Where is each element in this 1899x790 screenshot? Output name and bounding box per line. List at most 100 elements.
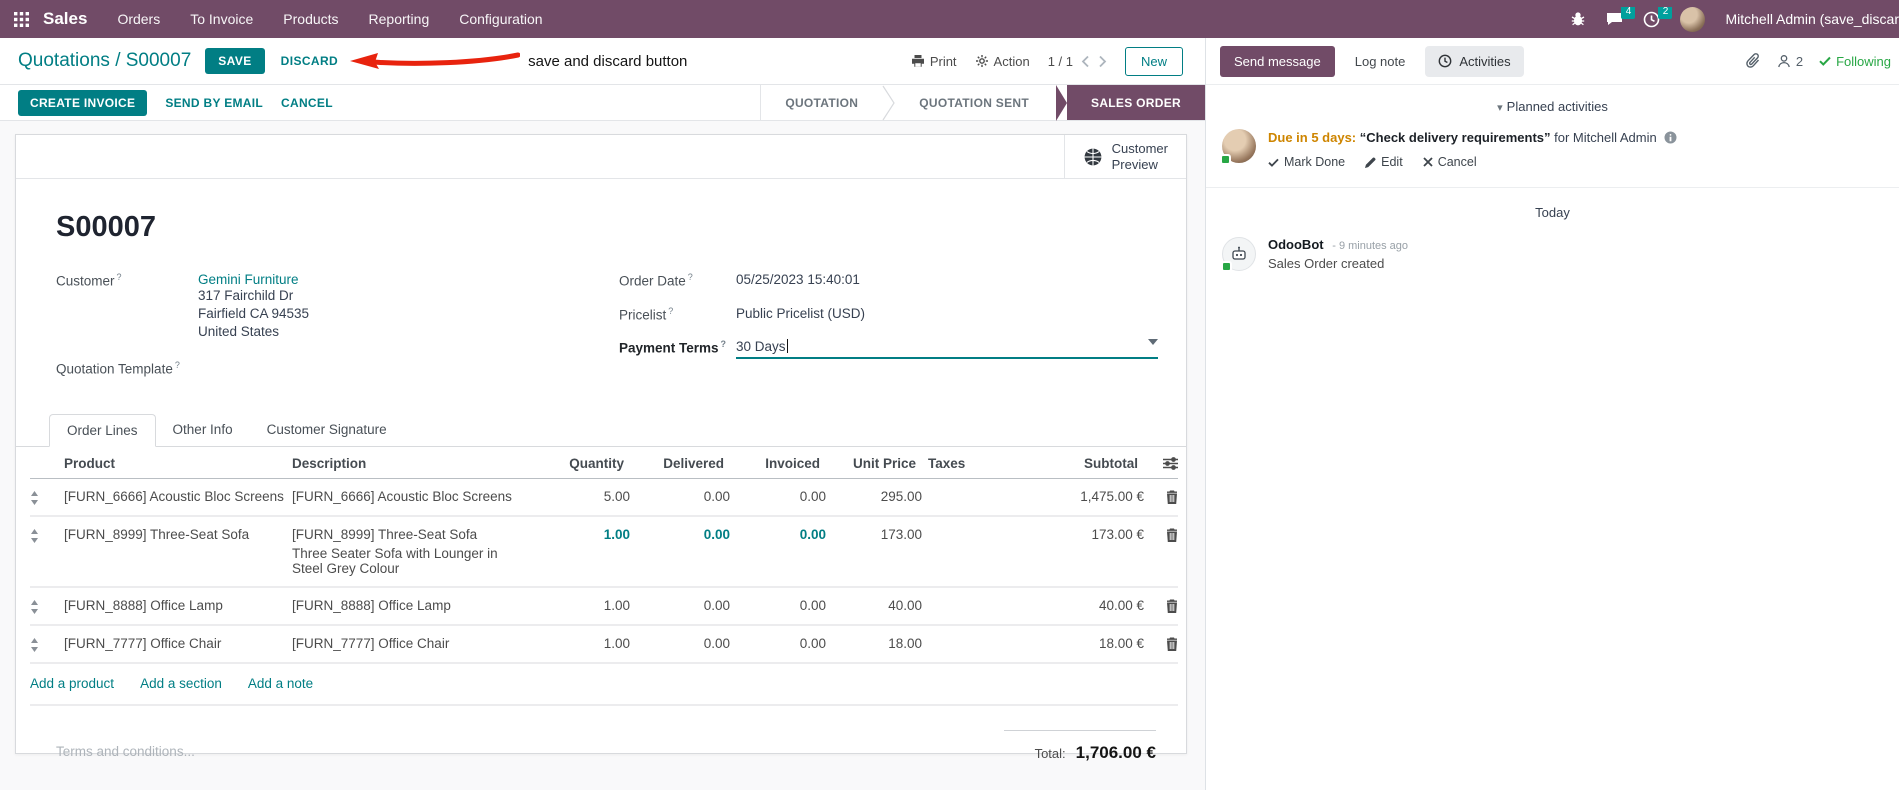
cell-invoiced[interactable]: 0.00 [730,598,826,613]
cell-description[interactable]: [FURN_6666] Acoustic Bloc Screens [292,489,538,504]
header-product[interactable]: Product [64,456,292,471]
menu-orders[interactable]: Orders [117,11,160,27]
odoobot-avatar[interactable] [1221,237,1256,272]
activities-clock-icon[interactable]: 2 [1643,6,1673,28]
drag-handle-icon[interactable] [30,636,64,652]
message-author[interactable]: OdooBot [1268,237,1324,252]
cell-product[interactable]: [FURN_6666] Acoustic Bloc Screens [64,489,292,504]
edit-activity-button[interactable]: Edit [1365,153,1403,171]
order-reference[interactable]: S00007 [56,211,1158,244]
apps-grid-icon[interactable] [14,11,29,27]
customer-link[interactable]: Gemini Furniture [198,272,299,287]
order-date-field[interactable]: Order Date? 05/25/2023 15:40:01 [619,272,1158,289]
cell-unit-price[interactable]: 40.00 [826,598,922,613]
pricelist-field[interactable]: Pricelist? Public Pricelist (USD) [619,306,1158,323]
delete-line-icon[interactable] [1144,527,1178,542]
cell-delivered[interactable]: 0.00 [630,489,730,504]
new-button[interactable]: New [1124,46,1183,76]
tab-customer-signature[interactable]: Customer Signature [250,414,404,446]
log-note-button[interactable]: Log note [1345,46,1416,77]
order-line-row[interactable]: [FURN_7777] Office Chair [FURN_7777] Off… [30,626,1178,664]
cell-quantity[interactable]: 1.00 [538,598,630,613]
header-description[interactable]: Description [292,456,532,471]
create-invoice-button[interactable]: CREATE INVOICE [18,89,148,116]
order-date-value[interactable]: 05/25/2023 15:40:01 [736,272,860,289]
cell-unit-price[interactable]: 295.00 [826,489,922,504]
header-unit-price[interactable]: Unit Price [820,456,916,471]
cell-delivered[interactable]: 0.00 [630,598,730,613]
send-message-button[interactable]: Send message [1220,45,1335,77]
cell-delivered[interactable]: 0.00 [630,636,730,651]
delete-line-icon[interactable] [1144,636,1178,651]
activities-button[interactable]: Activities [1425,45,1524,77]
send-by-email-button[interactable]: SEND BY EMAIL [165,96,263,110]
cell-quantity[interactable]: 1.00 [538,636,630,651]
cell-invoiced[interactable]: 0.00 [730,489,826,504]
menu-products[interactable]: Products [283,11,338,27]
drag-handle-icon[interactable] [30,598,64,614]
breadcrumb-quotations[interactable]: Quotations [18,50,110,71]
cell-quantity[interactable]: 1.00 [538,527,630,542]
order-line-row[interactable]: [FURN_8888] Office Lamp [FURN_8888] Offi… [30,588,1178,626]
user-menu[interactable]: Mitchell Admin (save_discar [1725,11,1899,27]
cell-invoiced[interactable]: 0.00 [730,527,826,542]
add-product-link[interactable]: Add a product [30,676,114,691]
header-taxes[interactable]: Taxes [916,456,1002,471]
customer-preview-button[interactable]: Customer Preview [1063,135,1186,178]
drag-handle-icon[interactable] [30,527,64,543]
stage-quotation[interactable]: QUOTATION [761,85,882,120]
terms-placeholder[interactable]: Terms and conditions... [56,730,195,763]
messages-icon[interactable]: 4 [1606,6,1636,27]
tab-other-info[interactable]: Other Info [156,414,250,446]
quotation-template-field[interactable]: Quotation Template? [56,360,619,377]
header-subtotal[interactable]: Subtotal [1002,456,1138,471]
stage-sales-order[interactable]: SALES ORDER [1056,85,1205,121]
cell-invoiced[interactable]: 0.00 [730,636,826,651]
cell-quantity[interactable]: 5.00 [538,489,630,504]
cell-description[interactable]: [FURN_8999] Three-Seat Sofa Three Seater … [292,527,538,576]
header-invoiced[interactable]: Invoiced [724,456,820,471]
drag-handle-icon[interactable] [30,489,64,505]
print-button[interactable]: Print [911,54,957,69]
tab-order-lines[interactable]: Order Lines [49,413,156,447]
cell-unit-price[interactable]: 173.00 [826,527,922,542]
pricelist-value[interactable]: Public Pricelist (USD) [736,306,865,323]
activity-avatar[interactable] [1220,129,1256,165]
cell-product[interactable]: [FURN_7777] Office Chair [64,636,292,651]
add-section-link[interactable]: Add a section [140,676,222,691]
cell-description[interactable]: [FURN_7777] Office Chair [292,636,538,651]
discard-button[interactable]: DISCARD [281,54,338,68]
mark-done-button[interactable]: Mark Done [1268,153,1345,171]
cell-description[interactable]: [FURN_8888] Office Lamp [292,598,538,613]
order-line-row[interactable]: [FURN_8999] Three-Seat Sofa [FURN_8999] … [30,517,1178,588]
info-icon[interactable] [1664,131,1677,144]
menu-to-invoice[interactable]: To Invoice [190,11,253,27]
optional-columns-icon[interactable] [1144,456,1178,470]
action-button[interactable]: Action [975,54,1030,69]
header-quantity[interactable]: Quantity [532,456,624,471]
header-delivered[interactable]: Delivered [624,456,724,471]
following-button[interactable]: Following [1819,54,1891,69]
save-button[interactable]: SAVE [205,48,265,74]
cell-unit-price[interactable]: 18.00 [826,636,922,651]
dropdown-caret-icon[interactable] [1148,339,1158,345]
cell-delivered[interactable]: 0.00 [630,527,730,542]
cell-product[interactable]: [FURN_8888] Office Lamp [64,598,292,613]
order-line-row[interactable]: [FURN_6666] Acoustic Bloc Screens [FURN_… [30,479,1178,517]
add-note-link[interactable]: Add a note [248,676,313,691]
pager-next-icon[interactable] [1098,55,1107,68]
pager-previous-icon[interactable] [1081,55,1090,68]
cell-product[interactable]: [FURN_8999] Three-Seat Sofa [64,527,292,542]
app-name[interactable]: Sales [43,9,87,29]
followers-button[interactable]: 2 [1777,54,1803,69]
delete-line-icon[interactable] [1144,489,1178,504]
delete-line-icon[interactable] [1144,598,1178,613]
menu-configuration[interactable]: Configuration [459,11,542,27]
menu-reporting[interactable]: Reporting [369,11,430,27]
user-avatar[interactable] [1680,6,1706,32]
debug-bug-icon[interactable] [1570,11,1586,27]
attachments-paperclip-icon[interactable] [1746,53,1761,69]
payment-terms-input[interactable]: 30 Days [736,339,1158,359]
planned-activities-header[interactable]: ▾ Planned activities [1206,85,1899,120]
stage-quotation-sent[interactable]: QUOTATION SENT [895,85,1053,120]
